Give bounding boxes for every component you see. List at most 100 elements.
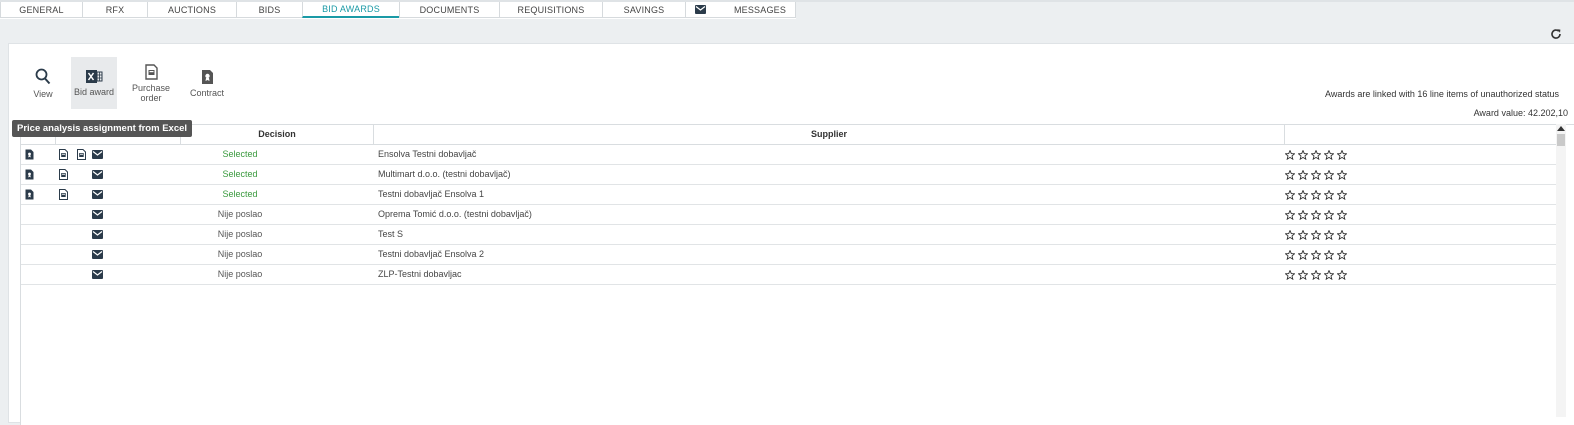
tab-general[interactable]: GENERAL (0, 2, 83, 18)
tab-bar: GENERAL RFX AUCTIONS BIDS BID AWARDS DOC… (0, 2, 796, 19)
supplier-cell: Testni dobavljač Ensolva 2 (378, 249, 485, 259)
tab-documents[interactable]: DOCUMENTS (399, 2, 500, 18)
purchase-order-label-1: Purchase (131, 83, 171, 93)
decision-cell: Selected (222, 169, 258, 179)
purchase-order-icon[interactable] (59, 149, 70, 160)
table-row[interactable]: Selected Testni dobavljač Ensolva 1 (21, 185, 1561, 205)
star-icon[interactable] (1337, 229, 1347, 240)
purchase-order-button[interactable]: Purchase order (130, 64, 172, 106)
star-icon[interactable] (1311, 169, 1321, 180)
scroll-up-icon[interactable] (1557, 126, 1565, 131)
tab-requisitions[interactable]: REQUISITIONS (499, 2, 603, 18)
rating-stars[interactable] (1285, 185, 1349, 204)
star-icon[interactable] (1298, 189, 1308, 200)
star-icon[interactable] (1324, 149, 1334, 160)
table-row[interactable]: Nije poslao Test S (21, 225, 1561, 245)
table-row[interactable]: Nije poslao Oprema Tomić d.o.o. (testni d… (21, 205, 1561, 225)
envelope-icon[interactable] (92, 230, 103, 241)
tab-savings[interactable]: SAVINGS (602, 2, 686, 18)
purchase-order-icon (144, 64, 158, 80)
table-header: Decision Supplier (21, 125, 1561, 145)
star-icon[interactable] (1337, 149, 1347, 160)
header-supplier[interactable]: Supplier (374, 125, 1285, 144)
header-decision[interactable]: Decision (181, 125, 374, 144)
vertical-scrollbar[interactable] (1556, 124, 1566, 417)
envelope-icon[interactable] (92, 170, 103, 181)
contract-icon (201, 69, 214, 85)
rating-stars[interactable] (1285, 205, 1349, 224)
tab-bids[interactable]: BIDS (236, 2, 303, 18)
bid-award-button[interactable]: Bid award (71, 57, 117, 109)
envelope-icon[interactable] (92, 270, 103, 281)
tab-messages[interactable]: MESSAGES (685, 2, 796, 18)
rating-stars[interactable] (1285, 165, 1349, 184)
star-icon[interactable] (1298, 149, 1308, 160)
star-icon[interactable] (1337, 249, 1347, 260)
purchase-order-icon[interactable] (59, 169, 70, 180)
star-icon[interactable] (1324, 229, 1334, 240)
star-icon[interactable] (1324, 189, 1334, 200)
envelope-icon[interactable] (92, 190, 103, 201)
rating-stars[interactable] (1285, 265, 1349, 284)
star-icon[interactable] (1285, 269, 1295, 280)
decision-cell: Nije poslao (217, 209, 263, 219)
star-icon[interactable] (1298, 169, 1308, 180)
purchase-order-label-2: order (140, 93, 162, 103)
star-icon[interactable] (1337, 269, 1347, 280)
award-value-info: Award value: 42.202,10 (1473, 108, 1568, 118)
tab-bid-awards[interactable]: BID AWARDS (302, 2, 400, 18)
table-row[interactable]: Nije poslao ZLP-Testni dobavljac (21, 265, 1561, 285)
star-icon[interactable] (1311, 249, 1321, 260)
rating-stars[interactable] (1285, 245, 1349, 264)
supplier-cell: Testni dobavljač Ensolva 1 (378, 189, 485, 199)
star-icon[interactable] (1324, 269, 1334, 280)
star-icon[interactable] (1324, 209, 1334, 220)
purchase-order-icon[interactable] (59, 189, 70, 200)
refresh-icon[interactable] (1549, 27, 1563, 41)
star-icon[interactable] (1285, 209, 1295, 220)
decision-cell: Selected (222, 189, 258, 199)
table-row[interactable]: Selected Multimart d.o.o. (testni dobavlj… (21, 165, 1561, 185)
tab-rfx[interactable]: RFX (82, 2, 148, 18)
star-icon[interactable] (1298, 269, 1308, 280)
star-icon[interactable] (1324, 169, 1334, 180)
star-icon[interactable] (1298, 249, 1308, 260)
star-icon[interactable] (1311, 149, 1321, 160)
envelope-icon (694, 5, 706, 14)
view-button[interactable]: View (28, 68, 58, 102)
contract-button[interactable]: Contract (187, 69, 227, 101)
star-icon[interactable] (1285, 189, 1295, 200)
envelope-icon[interactable] (92, 150, 103, 161)
table-row[interactable]: Nije poslao Testni dobavljač Ensolva 2 (21, 245, 1561, 265)
star-icon[interactable] (1285, 249, 1295, 260)
star-icon[interactable] (1298, 229, 1308, 240)
contract-icon[interactable] (25, 169, 36, 180)
contract-icon[interactable] (25, 149, 36, 160)
star-icon[interactable] (1337, 209, 1347, 220)
purchase-order-icon[interactable] (77, 149, 88, 160)
star-icon[interactable] (1311, 189, 1321, 200)
rating-stars[interactable] (1285, 145, 1349, 164)
star-icon[interactable] (1311, 269, 1321, 280)
star-icon[interactable] (1311, 209, 1321, 220)
bid-award-label: Bid award (73, 87, 115, 97)
envelope-icon[interactable] (92, 210, 103, 221)
scroll-thumb[interactable] (1557, 134, 1565, 146)
rating-stars[interactable] (1285, 225, 1349, 244)
tab-auctions[interactable]: AUCTIONS (147, 2, 237, 18)
excel-icon (85, 69, 103, 84)
star-icon[interactable] (1337, 169, 1347, 180)
star-icon[interactable] (1285, 149, 1295, 160)
star-icon[interactable] (1285, 229, 1295, 240)
star-icon[interactable] (1298, 209, 1308, 220)
star-icon[interactable] (1324, 249, 1334, 260)
star-icon[interactable] (1337, 189, 1347, 200)
linked-items-info: Awards are linked with 16 line items of … (1325, 89, 1559, 99)
star-icon[interactable] (1285, 169, 1295, 180)
contract-icon[interactable] (25, 189, 36, 200)
envelope-icon[interactable] (92, 250, 103, 261)
decision-cell: Nije poslao (217, 249, 263, 259)
star-icon[interactable] (1311, 229, 1321, 240)
supplier-cell: Test S (378, 229, 404, 239)
table-row[interactable]: Selected Ensolva Testni dobavljač (21, 145, 1561, 165)
